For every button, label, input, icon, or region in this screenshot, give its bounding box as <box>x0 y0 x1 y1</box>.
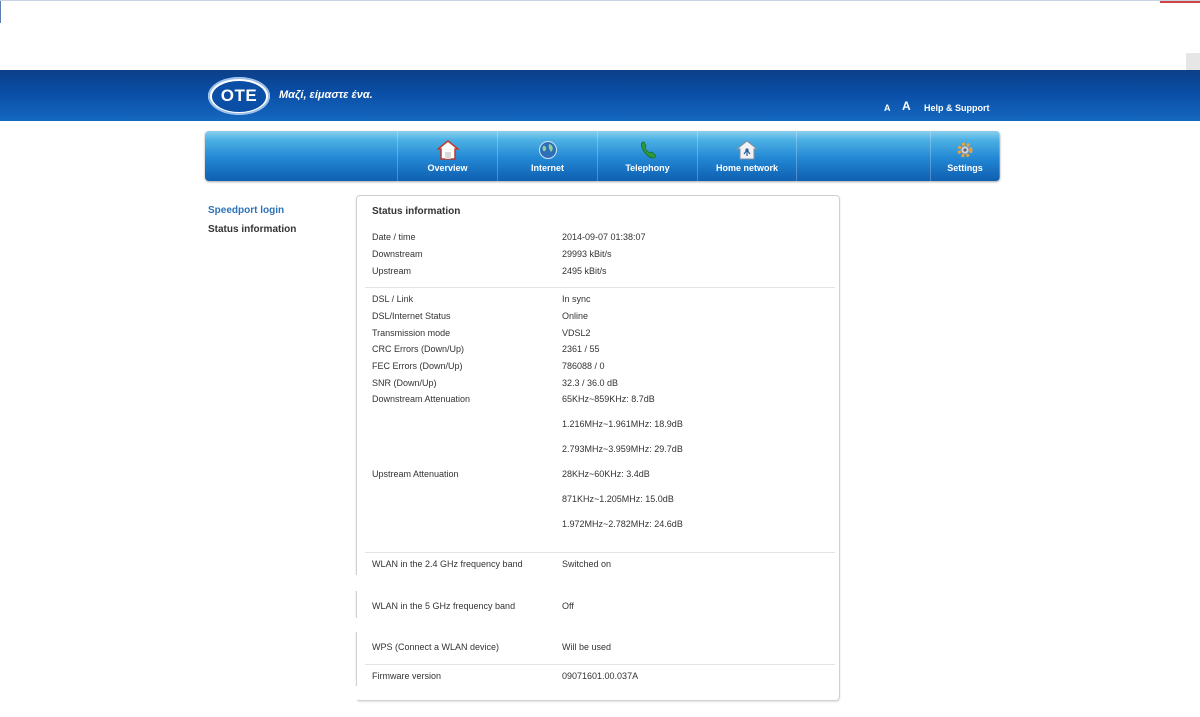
nav-settings-label: Settings <box>947 163 983 173</box>
dsl-status-label: DSL/Internet Status <box>372 311 451 321</box>
wlan-5-value: Off <box>562 601 574 611</box>
browser-top-strip <box>0 0 1200 71</box>
dsl-link-value: In sync <box>562 294 591 304</box>
window-edge <box>0 1 1 23</box>
transmission-label: Transmission mode <box>372 328 451 338</box>
upstream-value: 2495 kBit/s <box>562 266 607 276</box>
home-network-icon <box>736 140 758 160</box>
divider <box>365 664 835 665</box>
ote-logo[interactable]: OTE <box>208 77 270 115</box>
nav-telephony-label: Telephony <box>625 163 670 173</box>
datetime-value: 2014-09-07 01:38:07 <box>562 232 646 242</box>
firmware-value: 09071601.00.037A <box>562 671 639 681</box>
window-accent <box>1160 1 1200 3</box>
house-icon <box>436 140 459 160</box>
downstream-value: 29993 kBit/s <box>562 249 612 259</box>
downstream-attenuation-label: Downstream Attenuation <box>372 394 471 404</box>
nav-internet[interactable]: Internet <box>497 131 597 181</box>
font-size-small-button[interactable]: A <box>884 103 891 113</box>
wlan-5-label: WLAN in the 5 GHz frequency band <box>372 601 516 611</box>
crc-value: 2361 / 55 <box>562 344 600 354</box>
panel-title: Status information <box>372 206 461 217</box>
datetime-label: Date / time <box>372 232 416 242</box>
nav-overview-label: Overview <box>427 163 468 173</box>
gear-icon <box>957 142 973 158</box>
wlan-24-value: Switched on <box>562 559 612 569</box>
phone-icon <box>640 141 656 159</box>
logo-text: OTE <box>212 80 266 112</box>
upstream-attenuation-value-2: 871KHz~1.205MHz: 15.0dB <box>562 494 674 504</box>
globe-icon <box>538 141 557 159</box>
nav-overview[interactable]: Overview <box>397 131 497 181</box>
panel-border-gap <box>352 575 358 591</box>
transmission-value: VDSL2 <box>562 328 591 338</box>
downstream-attenuation-value-3: 2.793MHz~3.959MHz: 29.7dB <box>562 444 683 454</box>
sidebar-item-status-information[interactable]: Status information <box>208 224 296 235</box>
downstream-label: Downstream <box>372 249 423 259</box>
nav-home-network[interactable]: Home network <box>697 131 797 181</box>
wlan-24-label: WLAN in the 2.4 GHz frequency band <box>372 559 523 569</box>
wps-label: WPS (Connect a WLAN device) <box>372 642 500 652</box>
dsl-link-label: DSL / Link <box>372 294 414 304</box>
font-size-large-button[interactable]: A <box>902 99 911 113</box>
divider <box>365 287 835 288</box>
scrollbar[interactable] <box>1186 53 1200 71</box>
panel-border-gap <box>352 686 358 700</box>
upstream-attenuation-label: Upstream Attenuation <box>372 469 459 479</box>
main-navigation: Overview Internet Telephony Home network… <box>205 131 1000 181</box>
sidebar: Speedport login Status information <box>208 205 296 243</box>
downstream-attenuation-value-2: 1.216MHz~1.961MHz: 18.9dB <box>562 419 683 429</box>
dsl-status-value: Online <box>562 311 589 321</box>
slogan: Μαζί, είμαστε ένα. <box>279 89 373 101</box>
divider <box>365 552 835 553</box>
snr-value: 32.3 / 36.0 dB <box>562 378 619 388</box>
wps-value: Will be used <box>562 642 612 652</box>
snr-label: SNR (Down/Up) <box>372 378 437 388</box>
upstream-attenuation-value-3: 1.972MHz~2.782MHz: 24.6dB <box>562 519 683 529</box>
fec-label: FEC Errors (Down/Up) <box>372 361 463 371</box>
fec-value: 786088 / 0 <box>562 361 605 371</box>
nav-settings[interactable]: Settings <box>930 131 1000 181</box>
nav-home-network-label: Home network <box>715 163 778 173</box>
panel-border-gap <box>352 618 358 632</box>
firmware-label: Firmware version <box>372 671 442 681</box>
status-panel: Status information Date / time 2014-09-0… <box>356 195 840 701</box>
brand-header <box>0 70 1200 121</box>
downstream-attenuation-value-1: 65KHz~859KHz: 8.7dB <box>562 394 655 404</box>
help-support-link[interactable]: Help & Support <box>924 103 990 113</box>
nav-internet-label: Internet <box>530 163 564 173</box>
upstream-label: Upstream <box>372 266 412 276</box>
upstream-attenuation-value-1: 28KHz~60KHz: 3.4dB <box>562 469 650 479</box>
crc-label: CRC Errors (Down/Up) <box>372 344 465 354</box>
nav-telephony[interactable]: Telephony <box>597 131 697 181</box>
sidebar-item-speedport-login[interactable]: Speedport login <box>208 205 296 216</box>
